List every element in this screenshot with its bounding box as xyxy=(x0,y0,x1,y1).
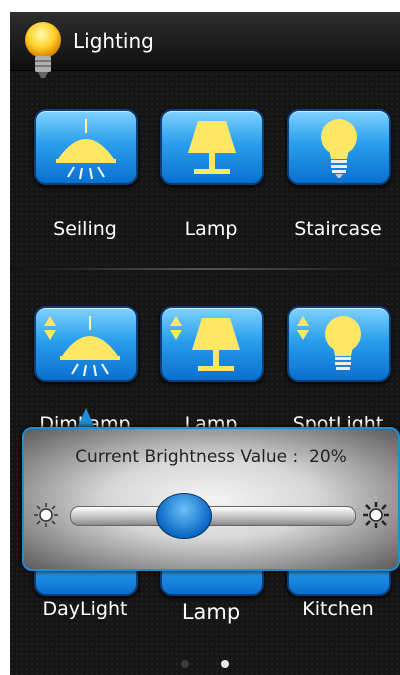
brightness-slider-track[interactable] xyxy=(70,506,356,526)
section-divider xyxy=(10,268,400,270)
kitchen-label: Kitchen xyxy=(302,598,374,620)
page-indicator xyxy=(10,653,400,672)
dimmable-ceiling-lamp-icon xyxy=(44,316,120,377)
lightbulb-logo-icon xyxy=(25,22,61,78)
brightness-slider-knob[interactable] xyxy=(156,493,212,539)
spotlight-button[interactable] xyxy=(287,306,391,382)
app-screen: Lighting Seiling Lamp Staircase DimLamp … xyxy=(10,12,400,675)
sun-high-icon xyxy=(363,502,389,528)
page-dot-1[interactable] xyxy=(181,660,190,668)
app-title: Lighting xyxy=(73,29,154,53)
sun-low-icon xyxy=(34,503,58,527)
daylight-label: DayLight xyxy=(42,598,128,620)
lamp-row3-label: Lamp xyxy=(181,600,241,624)
dimlamp-button[interactable] xyxy=(34,306,138,382)
title-bar: Lighting xyxy=(10,12,400,71)
staircase-button[interactable] xyxy=(287,109,391,185)
lamp-label: Lamp xyxy=(184,218,238,240)
ceiling-lamp-icon xyxy=(56,119,116,180)
dimmable-bulb-icon xyxy=(297,316,361,370)
lamp-dimmer-button[interactable] xyxy=(160,306,264,382)
table-lamp-icon xyxy=(188,121,236,174)
seiling-button[interactable] xyxy=(34,109,138,185)
dimmable-table-lamp-icon xyxy=(170,316,240,371)
lamp-button[interactable] xyxy=(160,109,264,185)
bulb-icon xyxy=(321,119,357,178)
brightness-popup: Current Brightness Value : 20% xyxy=(22,427,400,571)
popup-pointer xyxy=(77,408,95,428)
seiling-label: Seiling xyxy=(53,218,117,240)
staircase-label: Staircase xyxy=(294,218,382,240)
brightness-label: Current Brightness Value : 20% xyxy=(75,447,347,467)
page-dot-2[interactable] xyxy=(220,660,229,668)
